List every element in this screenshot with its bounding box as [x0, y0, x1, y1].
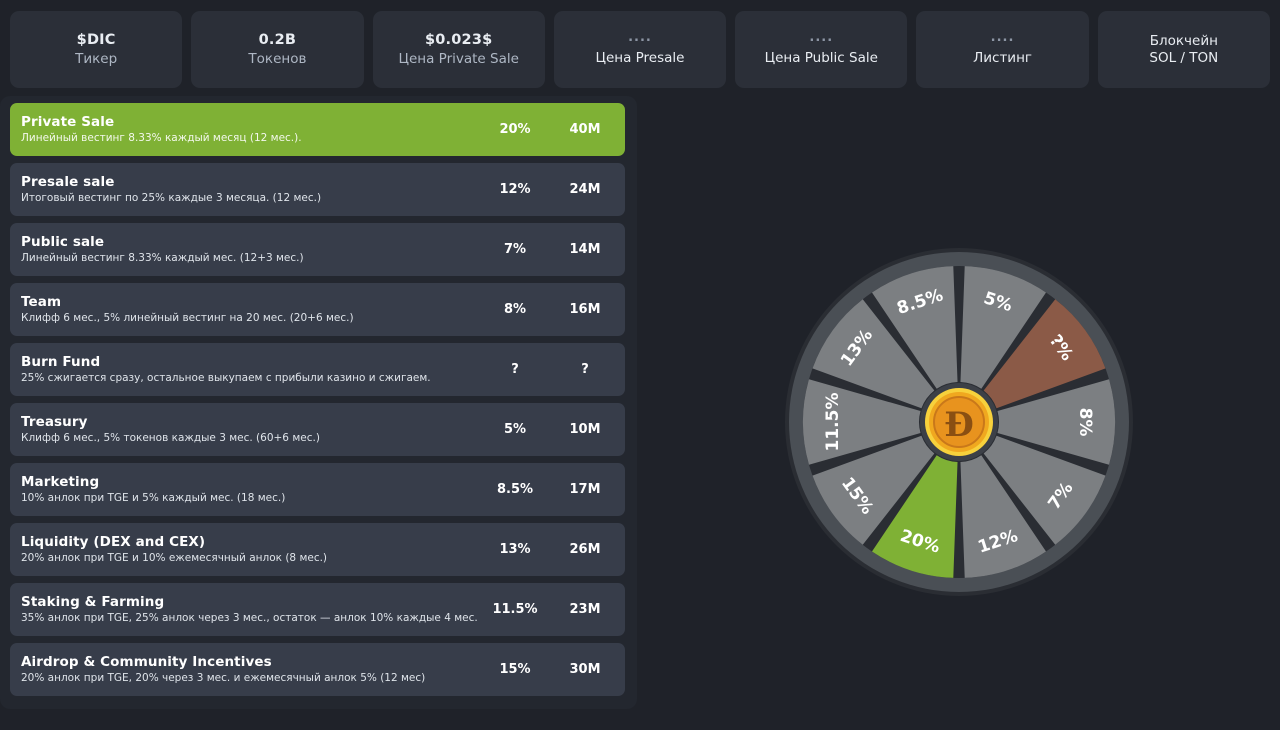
allocation-amount: 30M [569, 662, 601, 677]
allocation-description: 35% анлок при TGE, 25% анлок через 3 мес… [21, 611, 478, 624]
stat-card-blockchain[interactable]: Блокчейн SOL / TON [1097, 11, 1270, 88]
allocation-text-block: Team Клифф 6 мес., 5% линейный вестинг н… [21, 295, 479, 323]
allocation-text-block: Liquidity (DEX and CEX) 20% анлок при TG… [21, 535, 479, 563]
table-row[interactable]: Airdrop & Community Incentives 20% анлок… [10, 643, 625, 696]
allocation-list: Private Sale Линейный вестинг 8.33% кажд… [10, 103, 625, 696]
stat-label: Токенов [248, 50, 307, 67]
table-row[interactable]: Liquidity (DEX and CEX) 20% анлок при TG… [10, 523, 625, 576]
stat-value: $DIC [76, 32, 116, 49]
allocation-description: Клифф 6 мес., 5% линейный вестинг на 20 … [21, 311, 354, 324]
allocation-description: Линейный вестинг 8.33% каждый мес. (12+3… [21, 251, 304, 264]
allocation-description: Итоговый вестинг по 25% каждые 3 месяца.… [21, 191, 322, 204]
allocation-text-block: Burn Fund 25% сжигается сразу, остальное… [21, 355, 479, 383]
allocation-panel: Private Sale Линейный вестинг 8.33% кажд… [0, 96, 637, 709]
stat-value-placeholder: .... [990, 30, 1015, 46]
stat-label: Цена Public Sale [764, 49, 878, 66]
allocation-amount: 14M [569, 242, 601, 257]
stat-card-presale-price[interactable]: .... Цена Presale [553, 11, 727, 88]
allocation-amount: 26M [569, 542, 601, 557]
stat-value: 0.2B [258, 32, 297, 49]
allocation-name: Private Sale [21, 114, 115, 131]
allocation-amount: 16M [569, 302, 601, 317]
allocation-percent: 15% [499, 662, 531, 677]
allocation-name: Team [21, 294, 62, 311]
stat-value-placeholder: .... [809, 30, 834, 46]
table-row[interactable]: Marketing 10% анлок при TGE и 5% каждый … [10, 463, 625, 516]
allocation-name: Airdrop & Community Incentives [21, 654, 272, 671]
allocation-description: 10% анлок при TGE и 5% каждый мес. (18 м… [21, 491, 286, 504]
allocation-name: Public sale [21, 234, 105, 251]
wheel-svg: 8.5% 5%?%8%7%12%20%15%11.5%13% Ð [785, 248, 1133, 596]
table-row[interactable]: Presale sale Итоговый вестинг по 25% каж… [10, 163, 625, 216]
allocation-description: Клифф 6 мес., 5% токенов каждые 3 мес. (… [21, 431, 320, 444]
allocation-percent: 11.5% [492, 602, 538, 617]
stat-card-private-sale-price[interactable]: $0.023$ Цена Private Sale [372, 11, 545, 88]
allocation-percent: 13% [499, 542, 531, 557]
allocation-amount: 10M [569, 422, 601, 437]
allocation-name: Staking & Farming [21, 594, 165, 611]
allocation-percent: 12% [499, 182, 531, 197]
table-row[interactable]: Treasury Клифф 6 мес., 5% токенов каждые… [10, 403, 625, 456]
stat-label: Блокчейн [1149, 32, 1218, 49]
allocation-text-block: Staking & Farming 35% анлок при TGE, 25%… [21, 595, 479, 623]
allocation-name: Treasury [21, 414, 88, 431]
allocation-description: 20% анлок при TGE, 20% через 3 мес. и еж… [21, 671, 426, 684]
allocation-amount: 24M [569, 182, 601, 197]
allocation-percent: 5% [503, 422, 527, 437]
allocation-name: Marketing [21, 474, 100, 491]
allocation-description: 20% анлок при TGE и 10% ежемесячный анло… [21, 551, 328, 564]
allocation-description: 25% сжигается сразу, остальное выкупаем … [21, 371, 431, 384]
allocation-percent: 7% [503, 242, 527, 257]
stats-row: $DIC Тикер 0.2B Токенов $0.023$ Цена Pri… [10, 11, 1270, 88]
allocation-percent: 8% [503, 302, 527, 317]
allocation-amount: 23M [569, 602, 601, 617]
dogecoin-coin-icon: Ð [920, 383, 998, 461]
table-row[interactable]: Staking & Farming 35% анлок при TGE, 25%… [10, 583, 625, 636]
wheel-slice-label: 11.5% [823, 393, 843, 452]
allocation-percent: 20% [499, 122, 531, 137]
stat-label: Цена Private Sale [398, 50, 519, 67]
allocation-text-block: Treasury Клифф 6 мес., 5% токенов каждые… [21, 415, 479, 443]
allocation-amount: ? [581, 362, 589, 377]
allocation-text-block: Marketing 10% анлок при TGE и 5% каждый … [21, 475, 479, 503]
tokenomics-wheel-chart: 8.5% 5%?% 8% 7% 12% 20% 15% 11.5% 13% Ð [637, 96, 1280, 730]
table-row[interactable]: Private Sale Линейный вестинг 8.33% кажд… [10, 103, 625, 156]
table-row[interactable]: Team Клифф 6 мес., 5% линейный вестинг н… [10, 283, 625, 336]
allocation-name: Burn Fund [21, 354, 101, 371]
allocation-percent: ? [511, 362, 519, 377]
allocation-text-block: Airdrop & Community Incentives 20% анлок… [21, 655, 479, 683]
allocation-text-block: Private Sale Линейный вестинг 8.33% кажд… [21, 115, 479, 143]
stat-value-placeholder: .... [628, 30, 652, 46]
allocation-text-block: Presale sale Итоговый вестинг по 25% каж… [21, 175, 479, 203]
stat-value: SOL / TON [1149, 50, 1219, 66]
allocation-percent: 8.5% [496, 482, 534, 497]
stat-card-ticker[interactable]: $DIC Тикер [10, 11, 183, 88]
stat-card-public-sale-price[interactable]: .... Цена Public Sale [735, 11, 908, 88]
stat-label: Тикер [75, 50, 118, 67]
stat-value: $0.023$ [424, 32, 493, 49]
allocation-description: Линейный вестинг 8.33% каждый месяц (12 … [21, 131, 302, 144]
allocation-name: Presale sale [21, 174, 115, 191]
allocation-amount: 40M [569, 122, 601, 137]
allocation-text-block: Public sale Линейный вестинг 8.33% кажды… [21, 235, 479, 263]
table-row[interactable]: Public sale Линейный вестинг 8.33% кажды… [10, 223, 625, 276]
stat-label: Листинг [973, 49, 1032, 66]
wheel-slice-label: 8% [1075, 408, 1095, 437]
table-row[interactable]: Burn Fund 25% сжигается сразу, остальное… [10, 343, 625, 396]
stat-card-tokens[interactable]: 0.2B Токенов [191, 11, 364, 88]
allocation-amount: 17M [569, 482, 601, 497]
stat-label: Цена Presale [595, 49, 685, 66]
svg-text:Ð: Ð [944, 405, 974, 445]
stat-card-listing[interactable]: .... Листинг [916, 11, 1089, 88]
allocation-name: Liquidity (DEX and CEX) [21, 534, 206, 551]
